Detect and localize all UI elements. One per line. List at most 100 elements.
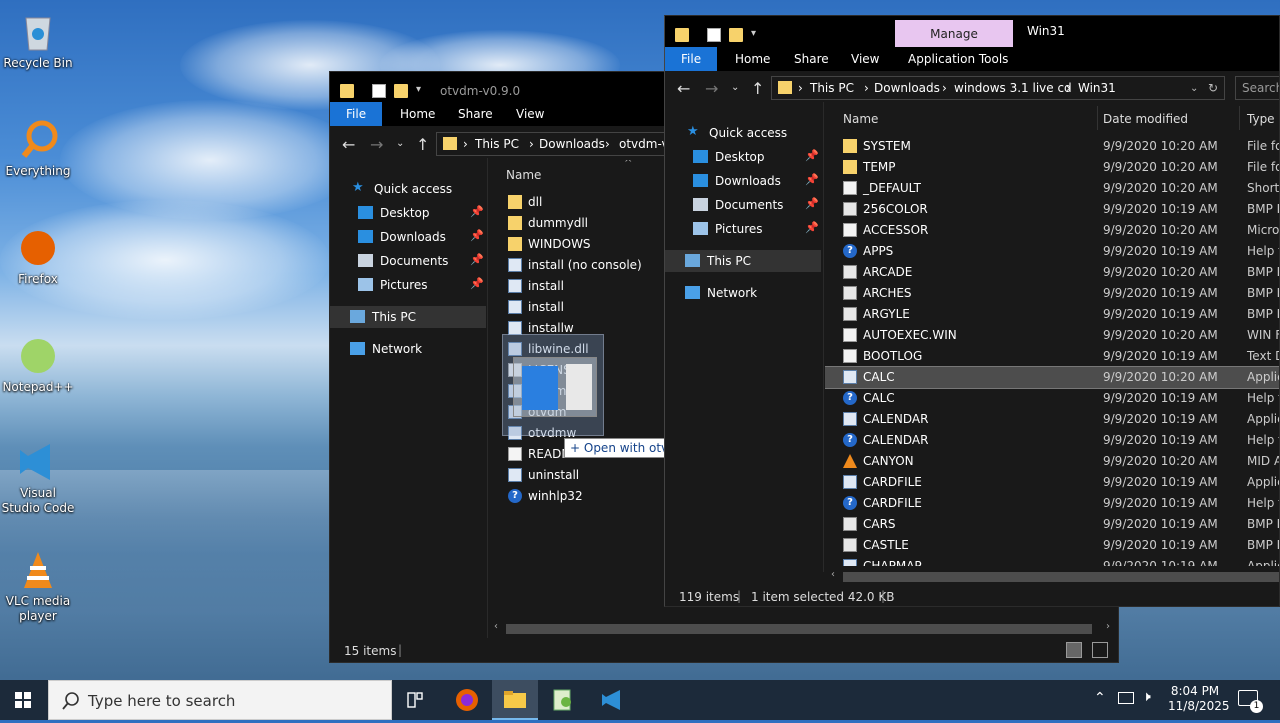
scrollbar-thumb[interactable]	[843, 572, 1279, 582]
clock[interactable]: 8:04 PM 11/8/2025	[1168, 684, 1230, 714]
breadcrumb-otvdm[interactable]: otvdm-v	[619, 137, 669, 151]
nav-item-downloads[interactable]: Downloads 📌	[665, 170, 821, 192]
column-header-date[interactable]: Date modified	[1103, 112, 1188, 126]
new-folder-icon[interactable]	[394, 84, 408, 98]
search-box[interactable]: Search	[1235, 76, 1279, 100]
nav-item-pictures[interactable]: Pictures 📌	[330, 274, 486, 296]
breadcrumb-downloads[interactable]: Downloads	[874, 81, 940, 95]
up-icon[interactable]: ↑	[751, 79, 764, 98]
tab-home[interactable]: Home	[735, 52, 770, 66]
taskbar-notepad-plus-plus[interactable]	[540, 680, 586, 720]
desktop-icon-firefox[interactable]: Firefox	[0, 226, 76, 287]
new-folder-icon[interactable]	[729, 28, 743, 42]
desktop-icon-recycle-bin[interactable]: Recycle Bin	[0, 10, 76, 71]
file-row[interactable]: CARDFILE 9/9/2020 10:19 AM Applic	[825, 472, 1279, 493]
pin-icon[interactable]: 📌	[470, 205, 484, 218]
breadcrumb-win31[interactable]: Win31	[1078, 81, 1116, 95]
nav-item-this-pc[interactable]: This PC	[665, 250, 821, 272]
tab-view[interactable]: View	[516, 107, 544, 121]
tab-file[interactable]: File	[330, 102, 383, 126]
scroll-right-icon[interactable]: ›	[1106, 621, 1110, 632]
customize-quick-access-icon[interactable]: ▾	[416, 84, 430, 98]
pin-icon[interactable]: 📌	[470, 277, 484, 290]
back-icon[interactable]: ←	[677, 79, 690, 98]
refresh-icon[interactable]: ↻	[1208, 81, 1218, 95]
pin-icon[interactable]: 📌	[805, 221, 819, 234]
file-row[interactable]: AUTOEXEC.WIN 9/9/2020 10:20 AM WIN F	[825, 325, 1279, 346]
file-row[interactable]: install	[488, 297, 664, 318]
network-status-icon[interactable]	[1118, 692, 1134, 704]
nav-item-pictures[interactable]: Pictures 📌	[665, 218, 821, 240]
start-button[interactable]	[0, 680, 46, 720]
file-row[interactable]: dll	[488, 192, 664, 213]
tab-application-tools[interactable]: Application Tools	[908, 52, 1008, 66]
scrollbar-thumb[interactable]	[506, 624, 1092, 634]
file-row[interactable]: ? winhlp32	[488, 486, 664, 507]
task-view-button[interactable]	[392, 680, 438, 720]
nav-item-desktop[interactable]: Desktop 📌	[330, 202, 486, 224]
file-row[interactable]: TEMP 9/9/2020 10:20 AM File fo	[825, 157, 1279, 178]
pin-icon[interactable]: 📌	[805, 149, 819, 162]
column-header-type[interactable]: Type	[1247, 112, 1275, 126]
nav-item-documents[interactable]: Documents 📌	[330, 250, 486, 272]
action-center-icon[interactable]: 1	[1238, 690, 1263, 713]
scroll-left-icon[interactable]: ‹	[494, 621, 498, 632]
recent-locations-icon[interactable]: ⌄	[396, 138, 404, 149]
show-hidden-icons-icon[interactable]: ⌃	[1094, 690, 1106, 706]
desktop-icon-vscode[interactable]: Visual Studio Code	[0, 440, 76, 516]
tab-manage[interactable]: Manage	[895, 20, 1013, 48]
tab-view[interactable]: View	[851, 52, 879, 66]
desktop-icon-vlc[interactable]: VLC media player	[0, 548, 76, 624]
details-view-icon[interactable]	[1066, 642, 1082, 658]
desktop-icon-notepad-plus-plus[interactable]: Notepad++	[0, 334, 76, 395]
file-row[interactable]: CANYON 9/9/2020 10:20 AM MID A	[825, 451, 1279, 472]
file-row[interactable]: ACCESSOR 9/9/2020 10:20 AM Micros	[825, 220, 1279, 241]
file-row[interactable]: BOOTLOG 9/9/2020 10:19 AM Text D	[825, 346, 1279, 367]
nav-item-network[interactable]: Network	[330, 338, 486, 360]
large-icons-view-icon[interactable]	[1092, 642, 1108, 658]
file-row[interactable]: WINDOWS	[488, 234, 664, 255]
up-icon[interactable]: ↑	[416, 135, 429, 154]
volume-muted-icon[interactable]: 🕨	[1142, 689, 1151, 705]
file-row[interactable]: dummydll	[488, 213, 664, 234]
file-row[interactable]: ? CALC 9/9/2020 10:19 AM Help fi	[825, 388, 1279, 409]
forward-icon[interactable]: →	[370, 135, 383, 154]
file-row[interactable]: ARCHES 9/9/2020 10:19 AM BMP F	[825, 283, 1279, 304]
taskbar-file-explorer[interactable]	[492, 680, 538, 720]
breadcrumb-windows-31-live-cd[interactable]: windows 3.1 live cd	[954, 81, 1072, 95]
nav-item-downloads[interactable]: Downloads 📌	[330, 226, 486, 248]
file-row[interactable]: install (no console)	[488, 255, 664, 276]
desktop-icon-everything-search[interactable]: Everything	[0, 118, 76, 179]
file-row[interactable]: CALENDAR 9/9/2020 10:19 AM Applic	[825, 409, 1279, 430]
horizontal-scrollbar[interactable]: ‹ ›	[488, 620, 1116, 636]
scroll-left-icon[interactable]: ‹	[831, 569, 835, 580]
tab-share[interactable]: Share	[458, 107, 493, 121]
customize-quick-access-icon[interactable]: ▾	[751, 28, 765, 42]
file-row[interactable]: ? APPS 9/9/2020 10:19 AM Help fi	[825, 241, 1279, 262]
file-row[interactable]: ARCADE 9/9/2020 10:20 AM BMP F	[825, 262, 1279, 283]
file-row[interactable]: CARS 9/9/2020 10:19 AM BMP F	[825, 514, 1279, 535]
properties-icon[interactable]	[372, 84, 386, 98]
taskbar-vscode[interactable]	[590, 680, 636, 720]
back-icon[interactable]: ←	[342, 135, 355, 154]
file-row[interactable]: SYSTEM 9/9/2020 10:20 AM File fo	[825, 136, 1279, 157]
column-header-name[interactable]: Name	[843, 112, 878, 126]
breadcrumb-downloads[interactable]: Downloads	[539, 137, 605, 151]
breadcrumb-this-pc[interactable]: This PC	[475, 137, 519, 151]
file-row[interactable]: CHAPMAP 9/9/2020 10:19 AM Applic	[825, 556, 1279, 566]
breadcrumb-this-pc[interactable]: This PC	[810, 81, 854, 95]
file-row[interactable]: _DEFAULT 9/9/2020 10:20 AM Shorto	[825, 178, 1279, 199]
nav-item-network[interactable]: Network	[665, 282, 821, 304]
file-row[interactable]: CASTLE 9/9/2020 10:19 AM BMP F	[825, 535, 1279, 556]
address-bar[interactable]: › This PC › Downloads › windows 3.1 live…	[771, 76, 1225, 100]
pin-icon[interactable]: 📌	[805, 173, 819, 186]
forward-icon[interactable]: →	[705, 79, 718, 98]
address-dropdown-icon[interactable]: ⌄	[1190, 83, 1198, 94]
column-header-name[interactable]: Name	[506, 168, 541, 182]
pin-icon[interactable]: 📌	[470, 253, 484, 266]
tab-share[interactable]: Share	[794, 52, 829, 66]
file-row[interactable]: uninstall	[488, 465, 664, 486]
nav-item-this-pc[interactable]: This PC	[330, 306, 486, 328]
nav-item-desktop[interactable]: Desktop 📌	[665, 146, 821, 168]
pin-icon[interactable]: 📌	[805, 197, 819, 210]
